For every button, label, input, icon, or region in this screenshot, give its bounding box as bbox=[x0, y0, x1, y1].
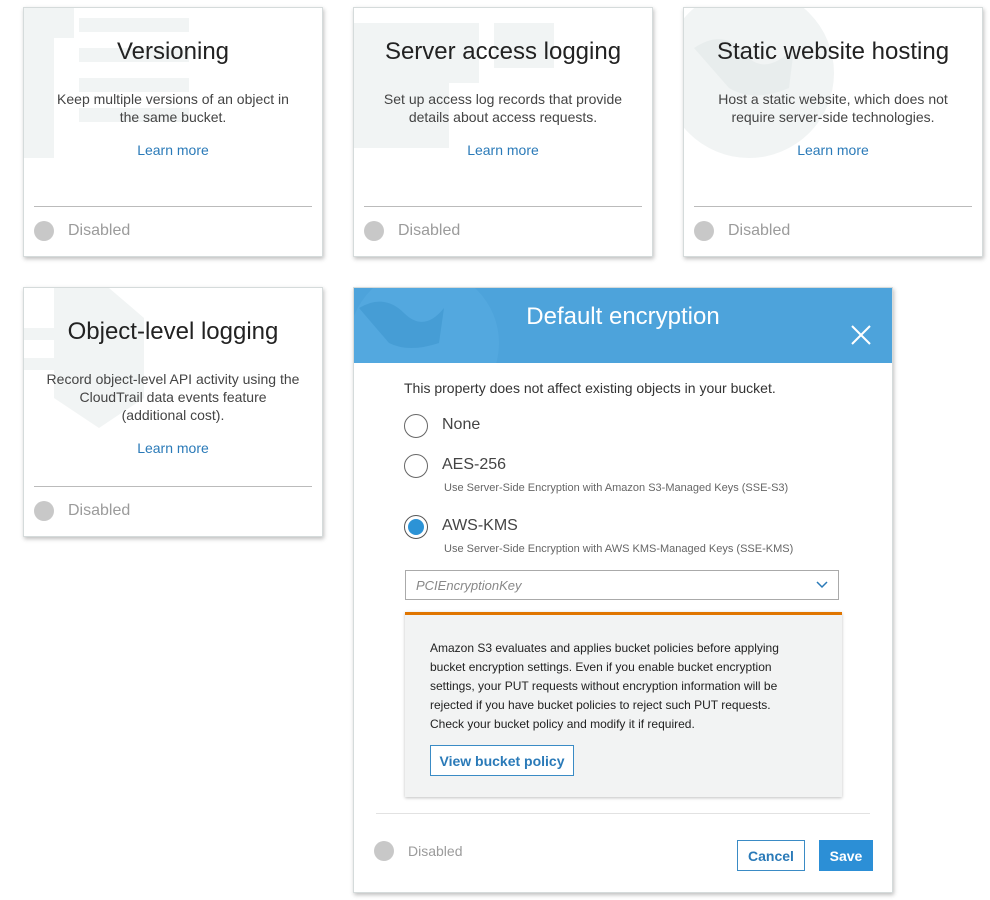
modal-header: Default encryption bbox=[354, 288, 892, 363]
card-description: Keep multiple versions of an object in t… bbox=[57, 91, 289, 125]
disabled-dot-icon bbox=[374, 841, 394, 861]
server-access-logging-card: Server access logging Set up access log … bbox=[353, 7, 653, 257]
status-label: Disabled bbox=[68, 222, 131, 239]
static-website-hosting-card: Static website hosting Host a static web… bbox=[683, 7, 983, 257]
default-encryption-modal: Default encryption This property does no… bbox=[353, 287, 893, 893]
disabled-dot-icon bbox=[364, 221, 384, 241]
card-description: Record object-level API activity using t… bbox=[46, 371, 300, 423]
status-label: Disabled bbox=[728, 222, 791, 239]
versioning-card: Versioning Keep multiple versions of an … bbox=[23, 7, 323, 257]
selected-key: PCIEncryptionKey bbox=[416, 577, 522, 593]
card-title: Static website hosting bbox=[716, 38, 950, 65]
close-icon[interactable] bbox=[850, 324, 872, 346]
kms-key-select[interactable]: PCIEncryptionKey bbox=[405, 570, 839, 600]
view-bucket-policy-button[interactable]: View bucket policy bbox=[430, 745, 574, 776]
learn-more-link[interactable]: Learn more bbox=[24, 440, 322, 456]
card-title: Object-level logging bbox=[67, 318, 279, 345]
warning-text: Amazon S3 evaluates and applies bucket p… bbox=[430, 641, 779, 731]
encryption-option-aws-kms[interactable]: AWS-KMS bbox=[404, 515, 518, 539]
card-title: Server access logging bbox=[384, 38, 622, 65]
card-divider bbox=[364, 206, 642, 207]
option-label: None bbox=[442, 416, 481, 433]
disabled-dot-icon bbox=[34, 501, 54, 521]
radio-aws-kms[interactable] bbox=[404, 515, 428, 539]
modal-intro-text: This property does not affect existing o… bbox=[404, 380, 776, 396]
radio-aes256[interactable] bbox=[404, 454, 428, 478]
encryption-option-none[interactable]: None bbox=[404, 414, 480, 438]
radio-none[interactable] bbox=[404, 414, 428, 438]
status-indicator: Disabled bbox=[34, 221, 130, 241]
object-level-logging-card: Object-level logging Record object-level… bbox=[23, 287, 323, 537]
card-description: Host a static website, which does not re… bbox=[718, 91, 948, 125]
status-label: Disabled bbox=[408, 843, 463, 859]
card-description: Set up access log records that provide d… bbox=[383, 91, 623, 125]
status-indicator: Disabled bbox=[364, 221, 460, 241]
option-description: Use Server-Side Encryption with Amazon S… bbox=[444, 482, 789, 494]
modal-title: Default encryption bbox=[526, 303, 720, 330]
disabled-dot-icon bbox=[34, 221, 54, 241]
modal-divider bbox=[376, 813, 870, 814]
learn-more-link[interactable]: Learn more bbox=[684, 142, 982, 158]
card-title: Versioning bbox=[116, 38, 230, 65]
option-description: Use Server-Side Encryption with AWS KMS-… bbox=[444, 543, 794, 555]
object-logging-icon bbox=[24, 288, 144, 428]
learn-more-link[interactable]: Learn more bbox=[24, 142, 322, 158]
learn-more-link[interactable]: Learn more bbox=[354, 142, 652, 158]
option-label: AWS-KMS bbox=[442, 517, 518, 534]
status-indicator: Disabled bbox=[694, 221, 790, 241]
chevron-down-icon bbox=[816, 581, 828, 589]
card-divider bbox=[34, 486, 312, 487]
card-divider bbox=[34, 206, 312, 207]
save-button[interactable]: Save bbox=[819, 840, 873, 871]
status-label: Disabled bbox=[68, 502, 131, 519]
status-indicator: Disabled bbox=[34, 501, 130, 521]
encryption-option-aes256[interactable]: AES-256 bbox=[404, 454, 506, 478]
option-label: AES-256 bbox=[442, 456, 507, 473]
bucket-policy-warning: Amazon S3 evaluates and applies bucket p… bbox=[405, 612, 842, 797]
status-indicator: Disabled bbox=[374, 841, 462, 861]
card-divider bbox=[694, 206, 972, 207]
cancel-button[interactable]: Cancel bbox=[737, 840, 805, 871]
status-label: Disabled bbox=[398, 222, 461, 239]
disabled-dot-icon bbox=[694, 221, 714, 241]
